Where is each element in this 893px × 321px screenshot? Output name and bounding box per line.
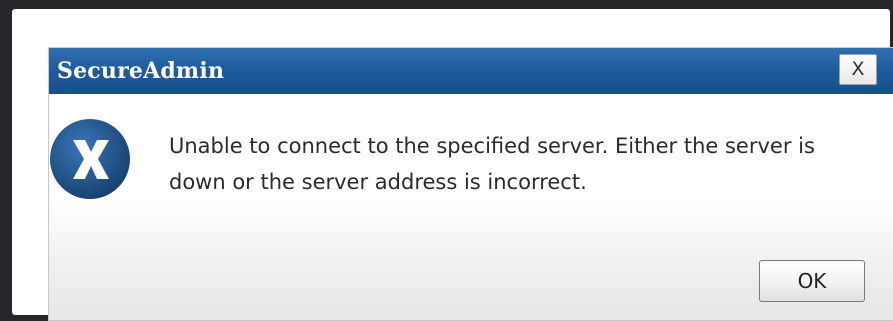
error-x-icon [49,118,132,201]
dialog-titlebar[interactable]: SecureAdmin X [49,48,893,94]
dialog-title: SecureAdmin [57,58,225,84]
error-message: Unable to connect to the specified serve… [169,134,815,194]
close-button[interactable]: X [839,54,877,85]
ok-button[interactable]: OK [759,260,865,302]
error-dialog: SecureAdmin X Unable to connect to the s… [48,47,893,321]
screenshot-frame: SecureAdmin X Unable to connect to the s… [12,9,893,321]
